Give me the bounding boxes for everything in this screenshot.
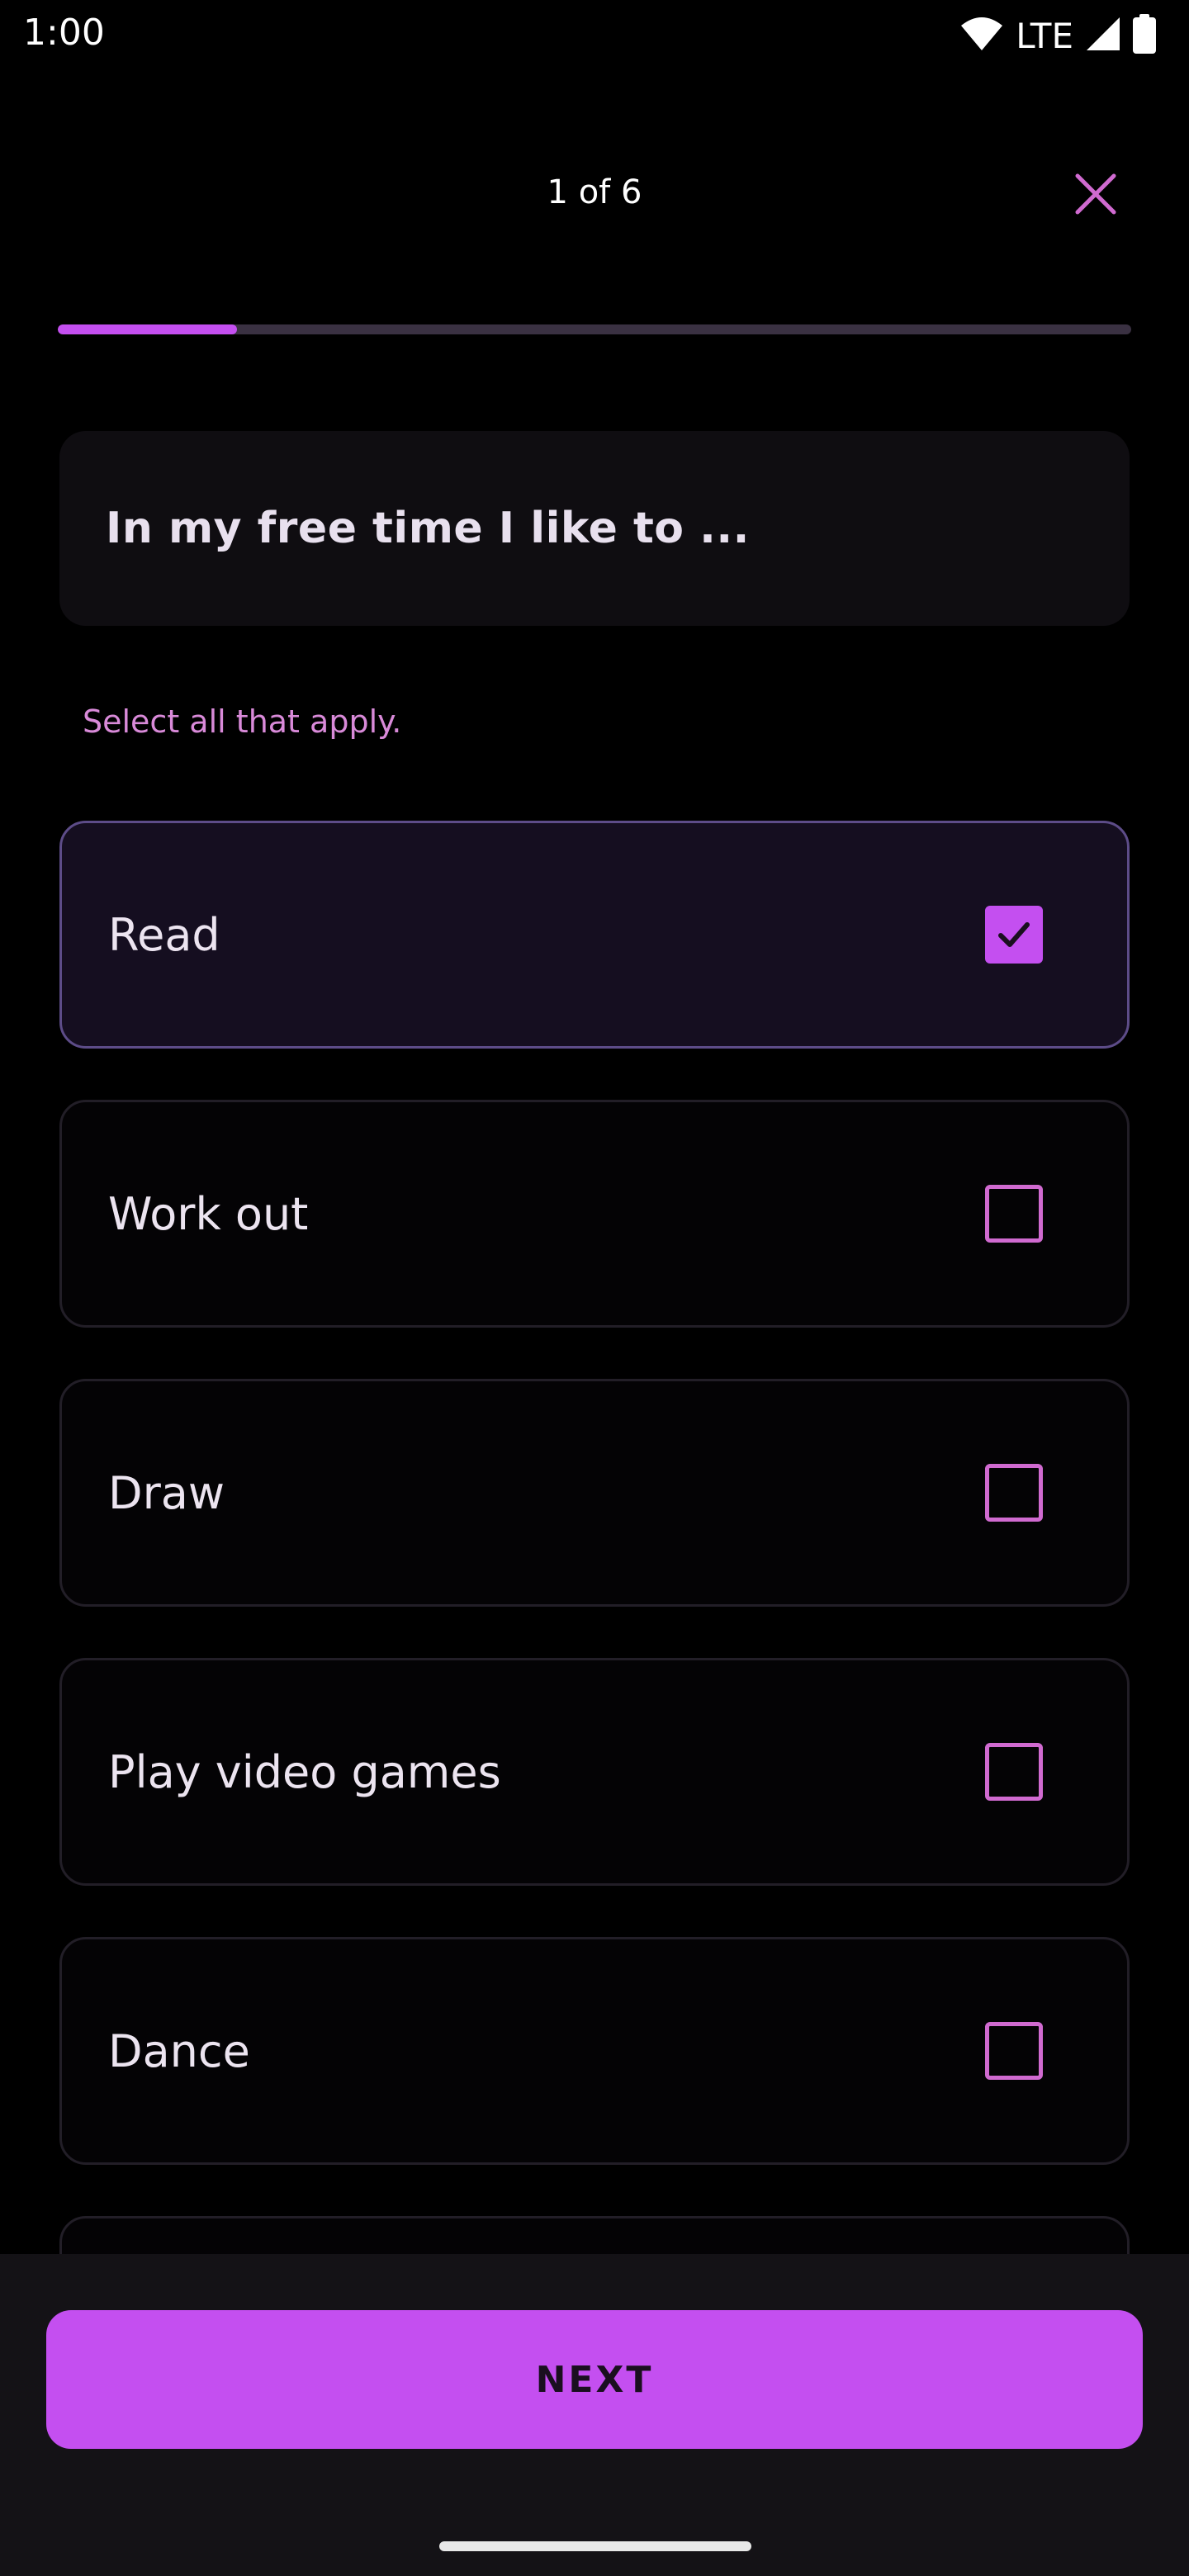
battery-icon <box>1133 14 1156 57</box>
options-list: Read Work out Draw Play video games Danc… <box>59 821 1130 2495</box>
signal-icon <box>1085 16 1121 55</box>
option-label: Work out <box>108 1187 309 1240</box>
question-text: In my free time I like to ... <box>106 504 750 553</box>
progress-bar <box>58 324 1131 334</box>
status-time: 1:00 <box>23 12 105 54</box>
question-card: In my free time I like to ... <box>59 431 1130 626</box>
check-icon <box>998 922 1030 947</box>
checkbox[interactable] <box>985 906 1043 964</box>
checkbox[interactable] <box>985 1743 1043 1801</box>
option-dance[interactable]: Dance <box>59 1937 1130 2165</box>
option-label: Read <box>108 908 220 961</box>
network-type: LTE <box>1016 15 1073 56</box>
progress-fill <box>58 324 238 334</box>
option-label: Play video games <box>108 1745 501 1798</box>
step-counter: 1 of 6 <box>547 173 642 211</box>
next-button[interactable]: NEXT <box>46 2310 1143 2449</box>
checkbox[interactable] <box>985 2022 1043 2080</box>
instruction-text: Select all that apply. <box>83 703 402 740</box>
close-button[interactable] <box>1067 165 1125 223</box>
status-icons: LTE <box>959 13 1156 58</box>
checkbox[interactable] <box>985 1464 1043 1522</box>
option-label: Draw <box>108 1466 225 1519</box>
checkbox[interactable] <box>985 1185 1043 1243</box>
status-bar: 1:00 LTE <box>0 0 1189 69</box>
wifi-icon <box>959 16 1004 55</box>
home-indicator[interactable] <box>439 2541 751 2551</box>
option-work-out[interactable]: Work out <box>59 1100 1130 1328</box>
option-play-video-games[interactable]: Play video games <box>59 1658 1130 1886</box>
close-icon <box>1075 173 1116 215</box>
option-draw[interactable]: Draw <box>59 1379 1130 1607</box>
option-label: Dance <box>108 2024 250 2077</box>
option-read[interactable]: Read <box>59 821 1130 1049</box>
